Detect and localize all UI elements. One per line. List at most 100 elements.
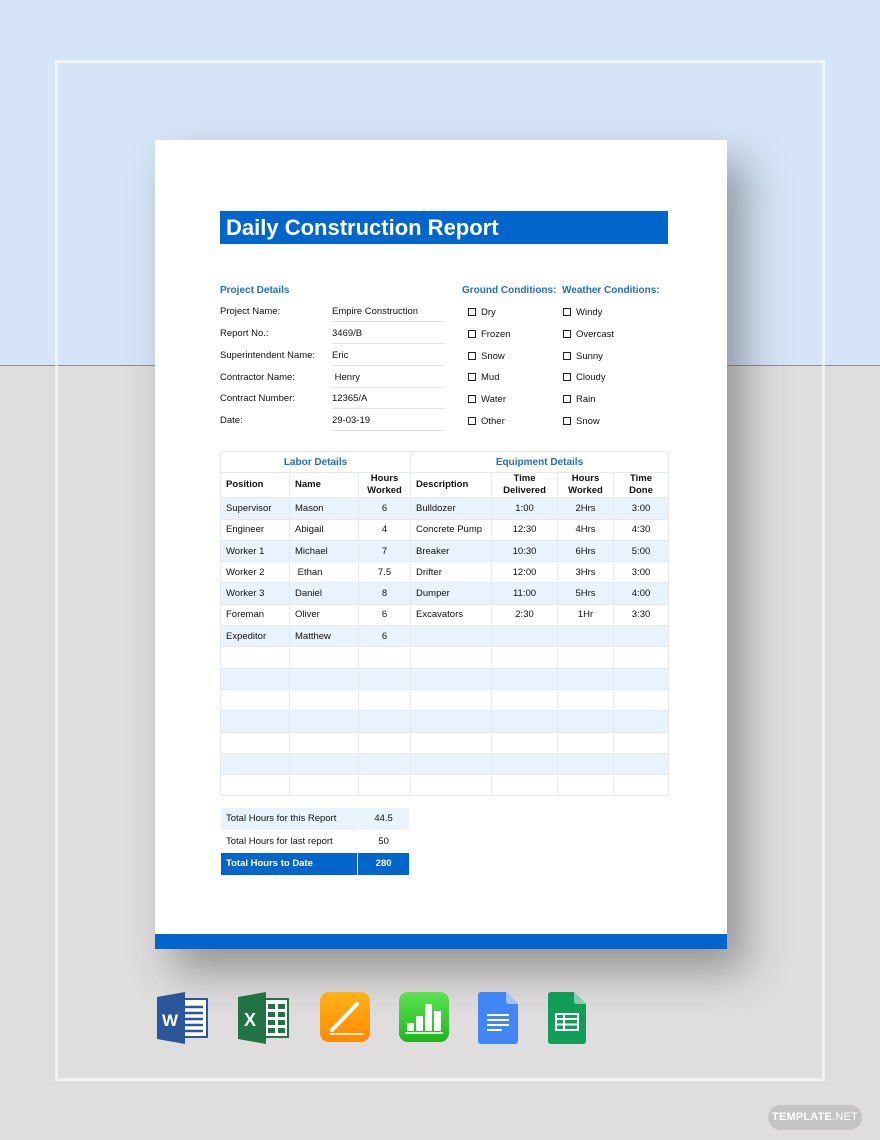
weather-option[interactable]: Overcast	[556, 323, 614, 345]
name-cell[interactable]	[289, 731, 359, 754]
position-cell[interactable]	[220, 731, 290, 754]
ground-option[interactable]: Frozen	[461, 323, 511, 345]
checkbox-icon[interactable]	[563, 373, 571, 381]
time-delivered-cell[interactable]: 2:30	[491, 603, 559, 627]
description-cell[interactable]	[410, 625, 493, 648]
name-cell[interactable]: Daniel	[289, 582, 359, 605]
time-done-cell[interactable]	[613, 625, 670, 648]
labor-hours-cell[interactable]	[357, 774, 412, 797]
time-done-cell[interactable]: 4:00	[613, 582, 670, 605]
equipment-hours-cell[interactable]	[557, 646, 615, 669]
time-delivered-cell[interactable]: 1:00	[491, 497, 559, 520]
time-done-cell[interactable]	[613, 731, 670, 754]
time-done-cell[interactable]	[613, 667, 670, 690]
labor-hours-cell[interactable]	[357, 752, 412, 776]
pages-icon[interactable]	[320, 992, 370, 1047]
labor-hours-cell[interactable]: 8	[357, 582, 412, 605]
position-cell[interactable]	[220, 710, 290, 733]
description-cell[interactable]	[410, 752, 493, 776]
superintendent-value[interactable]: Eric	[332, 350, 445, 366]
time-done-cell[interactable]	[613, 774, 670, 797]
ground-option[interactable]: Other	[461, 410, 505, 432]
name-cell[interactable]	[289, 667, 359, 690]
time-delivered-cell[interactable]	[491, 646, 559, 669]
position-cell[interactable]: Expeditor	[220, 625, 290, 648]
time-delivered-cell[interactable]	[491, 774, 559, 797]
position-cell[interactable]	[220, 774, 290, 797]
time-delivered-cell[interactable]: 10:30	[491, 539, 559, 563]
description-cell[interactable]: Bulldozer	[410, 497, 493, 520]
equipment-hours-cell[interactable]: 4Hrs	[557, 518, 615, 541]
equipment-hours-cell[interactable]	[557, 752, 615, 776]
time-delivered-cell[interactable]: 11:00	[491, 582, 559, 605]
description-cell[interactable]	[410, 667, 493, 690]
ground-option[interactable]: Dry	[461, 301, 496, 323]
time-delivered-cell[interactable]	[491, 688, 559, 712]
contract-number-value[interactable]: 12365/A	[332, 393, 445, 409]
time-delivered-cell[interactable]	[491, 731, 559, 754]
equipment-hours-cell[interactable]: 6Hrs	[557, 539, 615, 563]
time-done-cell[interactable]	[613, 646, 670, 669]
description-cell[interactable]	[410, 646, 493, 669]
checkbox-icon[interactable]	[468, 417, 476, 425]
report-no-value[interactable]: 3469/B	[332, 328, 445, 344]
excel-icon[interactable]: X	[238, 992, 290, 1049]
date-value[interactable]: 29-03-19	[332, 415, 445, 431]
checkbox-icon[interactable]	[563, 308, 571, 316]
position-cell[interactable]: Engineer	[220, 518, 290, 541]
total-value[interactable]: 50	[357, 829, 410, 853]
time-done-cell[interactable]: 3:30	[613, 603, 670, 627]
checkbox-icon[interactable]	[468, 308, 476, 316]
google-docs-icon[interactable]	[478, 992, 518, 1049]
name-cell[interactable]: Ethan	[289, 561, 359, 584]
equipment-hours-cell[interactable]	[557, 774, 615, 797]
description-cell[interactable]	[410, 710, 493, 733]
time-done-cell[interactable]: 4:30	[613, 518, 670, 541]
ground-option[interactable]: Water	[461, 388, 506, 410]
description-cell[interactable]: Excavators	[410, 603, 493, 627]
name-cell[interactable]: Mason	[289, 497, 359, 520]
labor-hours-cell[interactable]: 6	[357, 497, 412, 520]
time-delivered-cell[interactable]: 12:00	[491, 561, 559, 584]
name-cell[interactable]: Matthew	[289, 625, 359, 648]
time-delivered-cell[interactable]	[491, 710, 559, 733]
position-cell[interactable]: Supervisor	[220, 497, 290, 520]
checkbox-icon[interactable]	[563, 395, 571, 403]
checkbox-icon[interactable]	[468, 352, 476, 360]
position-cell[interactable]: Worker 1	[220, 539, 290, 563]
ground-option[interactable]: Snow	[461, 345, 505, 367]
time-done-cell[interactable]	[613, 752, 670, 776]
name-cell[interactable]	[289, 752, 359, 776]
labor-hours-cell[interactable]	[357, 667, 412, 690]
total-value[interactable]: 44.5	[357, 807, 410, 831]
labor-hours-cell[interactable]	[357, 710, 412, 733]
equipment-hours-cell[interactable]	[557, 731, 615, 754]
checkbox-icon[interactable]	[468, 373, 476, 381]
labor-hours-cell[interactable]: 6	[357, 625, 412, 648]
numbers-icon[interactable]	[399, 992, 449, 1047]
name-cell[interactable]: Oliver	[289, 603, 359, 627]
equipment-hours-cell[interactable]	[557, 688, 615, 712]
time-done-cell[interactable]	[613, 710, 670, 733]
name-cell[interactable]	[289, 774, 359, 797]
name-cell[interactable]: Michael	[289, 539, 359, 563]
time-done-cell[interactable]	[613, 688, 670, 712]
labor-hours-cell[interactable]	[357, 688, 412, 712]
project-name-value[interactable]: Empire Construction	[332, 306, 445, 322]
weather-option[interactable]: Windy	[556, 301, 602, 323]
name-cell[interactable]: Abigail	[289, 518, 359, 541]
labor-hours-cell[interactable]: 4	[357, 518, 412, 541]
description-cell[interactable]: Breaker	[410, 539, 493, 563]
position-cell[interactable]: Worker 3	[220, 582, 290, 605]
total-value[interactable]: 280	[357, 852, 410, 876]
checkbox-icon[interactable]	[563, 417, 571, 425]
time-delivered-cell[interactable]	[491, 625, 559, 648]
position-cell[interactable]	[220, 646, 290, 669]
labor-hours-cell[interactable]: 6	[357, 603, 412, 627]
time-delivered-cell[interactable]	[491, 752, 559, 776]
name-cell[interactable]	[289, 688, 359, 712]
word-icon[interactable]: W	[157, 992, 209, 1049]
time-delivered-cell[interactable]: 12:30	[491, 518, 559, 541]
name-cell[interactable]	[289, 710, 359, 733]
position-cell[interactable]	[220, 667, 290, 690]
